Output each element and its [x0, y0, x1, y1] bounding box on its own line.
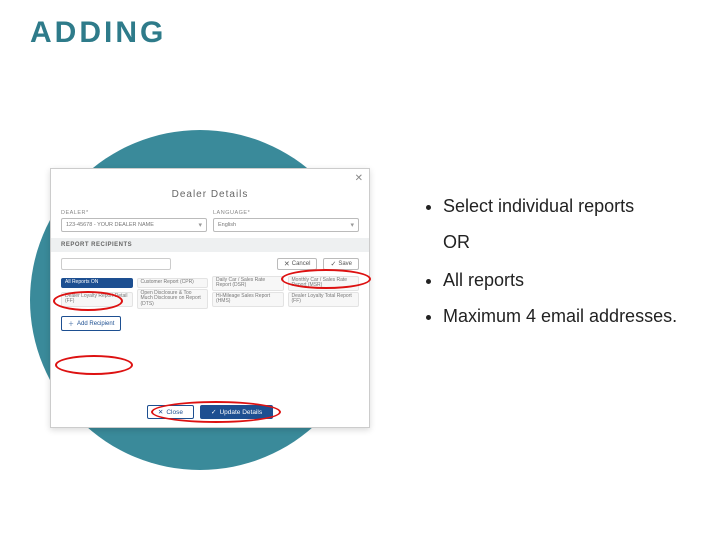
- or-text: OR: [443, 232, 685, 253]
- save-label: Save: [338, 261, 352, 267]
- report-option[interactable]: Customer Report (CPR): [137, 278, 209, 288]
- close-label: Close: [166, 409, 183, 416]
- dealer-details-modal: ✕ Dealer Details DEALER* LANGUAGE* 123-4…: [50, 168, 370, 428]
- check-icon: ✓: [211, 408, 216, 416]
- reports-grid: All Reports ON Customer Report (CPR) Dai…: [51, 274, 369, 310]
- dealer-value: 123-45678 - YOUR DEALER NAME: [66, 222, 154, 228]
- dealer-select[interactable]: 123-45678 - YOUR DEALER NAME ▾: [61, 218, 207, 232]
- recipient-email-field[interactable]: [61, 258, 171, 270]
- close-button[interactable]: ✕Close: [147, 405, 194, 419]
- highlight-ellipse: [55, 355, 133, 375]
- bullet-list: Select individual reports OR All reports…: [425, 195, 685, 342]
- modal-heading: Dealer Details: [51, 189, 369, 200]
- cancel-button[interactable]: ✕Cancel: [277, 258, 318, 270]
- slide-title: ADDING: [30, 16, 166, 50]
- x-icon: ✕: [284, 260, 290, 268]
- report-option[interactable]: Dealer Loyalty Report Detail (FF): [61, 292, 133, 307]
- chevron-down-icon: ▾: [350, 221, 354, 229]
- bullet-item: Select individual reports: [443, 195, 685, 218]
- report-option[interactable]: Dealer Loyalty Total Report (FF): [288, 292, 360, 307]
- report-option[interactable]: Open Disclosure & Too Much Disclosure on…: [137, 289, 209, 310]
- add-recipient-button[interactable]: ＋ Add Recipient: [61, 316, 121, 331]
- language-select[interactable]: English ▾: [213, 218, 359, 232]
- cancel-label: Cancel: [292, 261, 311, 267]
- report-option[interactable]: Monthly Car / Sales Rate Report (MSR): [288, 276, 360, 291]
- all-reports-toggle[interactable]: All Reports ON: [61, 278, 133, 288]
- update-label: Update Details: [219, 409, 262, 416]
- close-icon[interactable]: ✕: [355, 173, 363, 184]
- check-icon: ✓: [330, 260, 336, 268]
- save-button[interactable]: ✓Save: [323, 258, 359, 270]
- update-details-button[interactable]: ✓Update Details: [200, 405, 273, 419]
- report-option[interactable]: Hi-Mileage Sales Report (HMS): [212, 292, 284, 307]
- report-option[interactable]: Daily Car / Sales Rate Report (DSR): [212, 276, 284, 291]
- plus-icon: ＋: [68, 319, 74, 328]
- add-recipient-label: Add Recipient: [77, 321, 114, 327]
- bullet-item: All reports: [443, 269, 685, 292]
- bullet-item: Maximum 4 email addresses.: [443, 305, 685, 328]
- language-label: LANGUAGE*: [213, 210, 359, 216]
- language-value: English: [218, 222, 236, 228]
- chevron-down-icon: ▾: [198, 221, 202, 229]
- recipients-band: REPORT RECIPIENTS: [51, 238, 369, 252]
- x-icon: ✕: [158, 408, 163, 416]
- dealer-label: DEALER*: [61, 210, 207, 216]
